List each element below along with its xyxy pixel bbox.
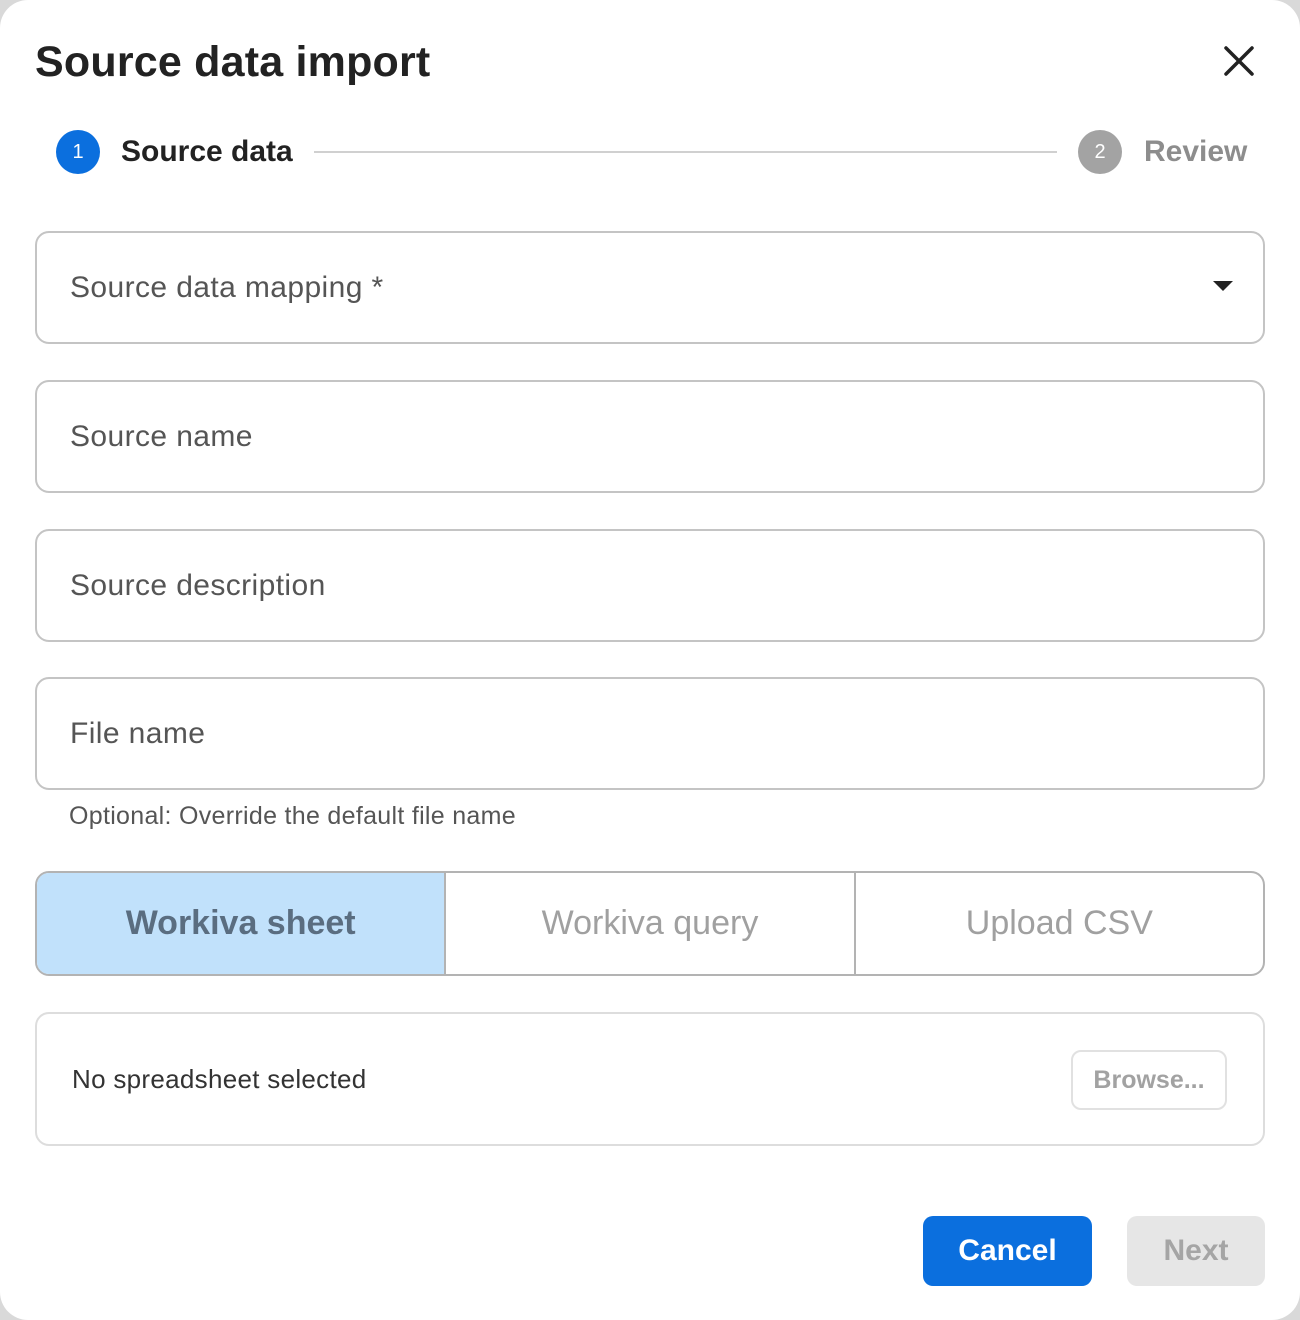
- source-type-workiva-sheet[interactable]: Workiva sheet: [37, 873, 445, 974]
- step-1-label: Source data: [121, 135, 293, 168]
- source-type-workiva-query[interactable]: Workiva query: [444, 873, 853, 974]
- source-description-input[interactable]: Source description: [35, 529, 1265, 642]
- step-1-indicator: 1: [56, 130, 100, 174]
- source-name-placeholder: Source name: [70, 420, 253, 453]
- step-2-indicator: 2: [1078, 130, 1122, 174]
- source-data-mapping-placeholder: Source data mapping *: [70, 271, 384, 304]
- source-type-toggle: Workiva sheet Workiva query Upload CSV: [35, 871, 1265, 976]
- close-button[interactable]: [1216, 38, 1262, 84]
- source-data-import-dialog: Source data import 1 Source data 2 Revie…: [0, 0, 1300, 1320]
- spreadsheet-picker: No spreadsheet selected Browse...: [35, 1012, 1265, 1146]
- caret-down-icon: [1213, 281, 1233, 291]
- browse-button[interactable]: Browse...: [1071, 1050, 1227, 1110]
- stepper: 1 Source data 2 Review: [56, 130, 1248, 174]
- source-description-placeholder: Source description: [70, 569, 326, 602]
- next-button[interactable]: Next: [1127, 1216, 1265, 1286]
- source-name-input[interactable]: Source name: [35, 380, 1265, 493]
- dialog-title: Source data import: [35, 38, 431, 86]
- source-data-mapping-select[interactable]: Source data mapping *: [35, 231, 1265, 344]
- spreadsheet-status: No spreadsheet selected: [72, 1064, 367, 1094]
- close-icon: [1224, 46, 1254, 76]
- cancel-button[interactable]: Cancel: [923, 1216, 1092, 1286]
- file-name-input[interactable]: File name: [35, 677, 1265, 790]
- file-name-helper-text: Optional: Override the default file name: [69, 802, 516, 830]
- file-name-placeholder: File name: [70, 717, 206, 750]
- stepper-connector: [314, 151, 1057, 153]
- step-2-label: Review: [1144, 135, 1248, 168]
- source-type-upload-csv[interactable]: Upload CSV: [853, 873, 1263, 974]
